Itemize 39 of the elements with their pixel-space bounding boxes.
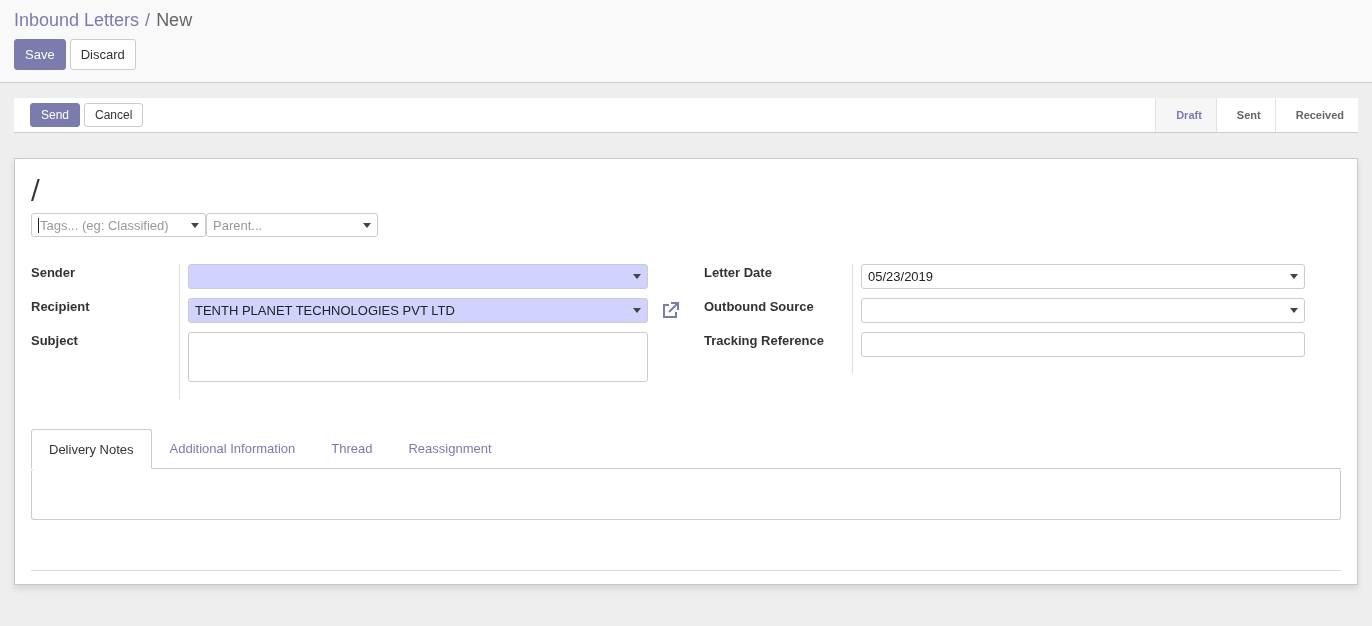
caret-icon: [191, 222, 199, 228]
caret-icon: [1290, 308, 1298, 313]
placeholder: Parent...: [213, 217, 263, 233]
empty-select-field[interactable]: [188, 264, 648, 289]
discard-button[interactable]: Discard: [69, 39, 136, 70]
tab[interactable]: Additional Information: [151, 429, 314, 468]
save-button[interactable]: Save: [14, 39, 66, 70]
tab[interactable]: Delivery Notes: [31, 429, 152, 469]
breadcrumb-link[interactable]: Inbound Letters: [14, 10, 140, 31]
select-field[interactable]: 05/23/2019: [861, 264, 1305, 289]
field-value: TENTH PLANET TECHNOLOGIES PVT LTD: [195, 303, 455, 318]
textarea-field[interactable]: [188, 332, 648, 382]
placeholder: Tags... (eg: Classified): [38, 217, 169, 233]
parent-field[interactable]: Parent...: [206, 213, 378, 237]
field-label: Outbound Source: [704, 298, 815, 316]
tab[interactable]: Reassignment: [390, 429, 510, 468]
field-label: Recipient: [31, 298, 91, 316]
external-link-icon[interactable]: [660, 300, 680, 321]
tags-field[interactable]: Tags... (eg: Classified): [31, 213, 206, 237]
field-value: 05/23/2019: [868, 269, 934, 284]
caret-icon: [1290, 274, 1298, 279]
notes-field[interactable]: [31, 469, 1341, 520]
send-button[interactable]: Send: [30, 103, 81, 127]
text-field[interactable]: [861, 332, 1305, 357]
field-label: Letter Date: [704, 264, 773, 282]
record-title: /: [31, 175, 41, 207]
caret-icon: [363, 222, 371, 228]
caret-icon: [633, 308, 641, 313]
select-field[interactable]: TENTH PLANET TECHNOLOGIES PVT LTD: [188, 298, 648, 323]
cancel-button[interactable]: Cancel: [84, 103, 144, 127]
field-label: Tracking Reference: [704, 332, 825, 350]
breadcrumb-current: New: [156, 10, 193, 31]
caret-icon: [633, 274, 641, 279]
tab[interactable]: Thread: [313, 429, 391, 468]
field-label: Sender: [31, 264, 77, 282]
empty-select-field[interactable]: [861, 298, 1305, 323]
field-label: Subject: [31, 332, 79, 350]
status-step[interactable]: Draft: [1155, 98, 1216, 132]
breadcrumb-separator: /: [145, 10, 151, 31]
